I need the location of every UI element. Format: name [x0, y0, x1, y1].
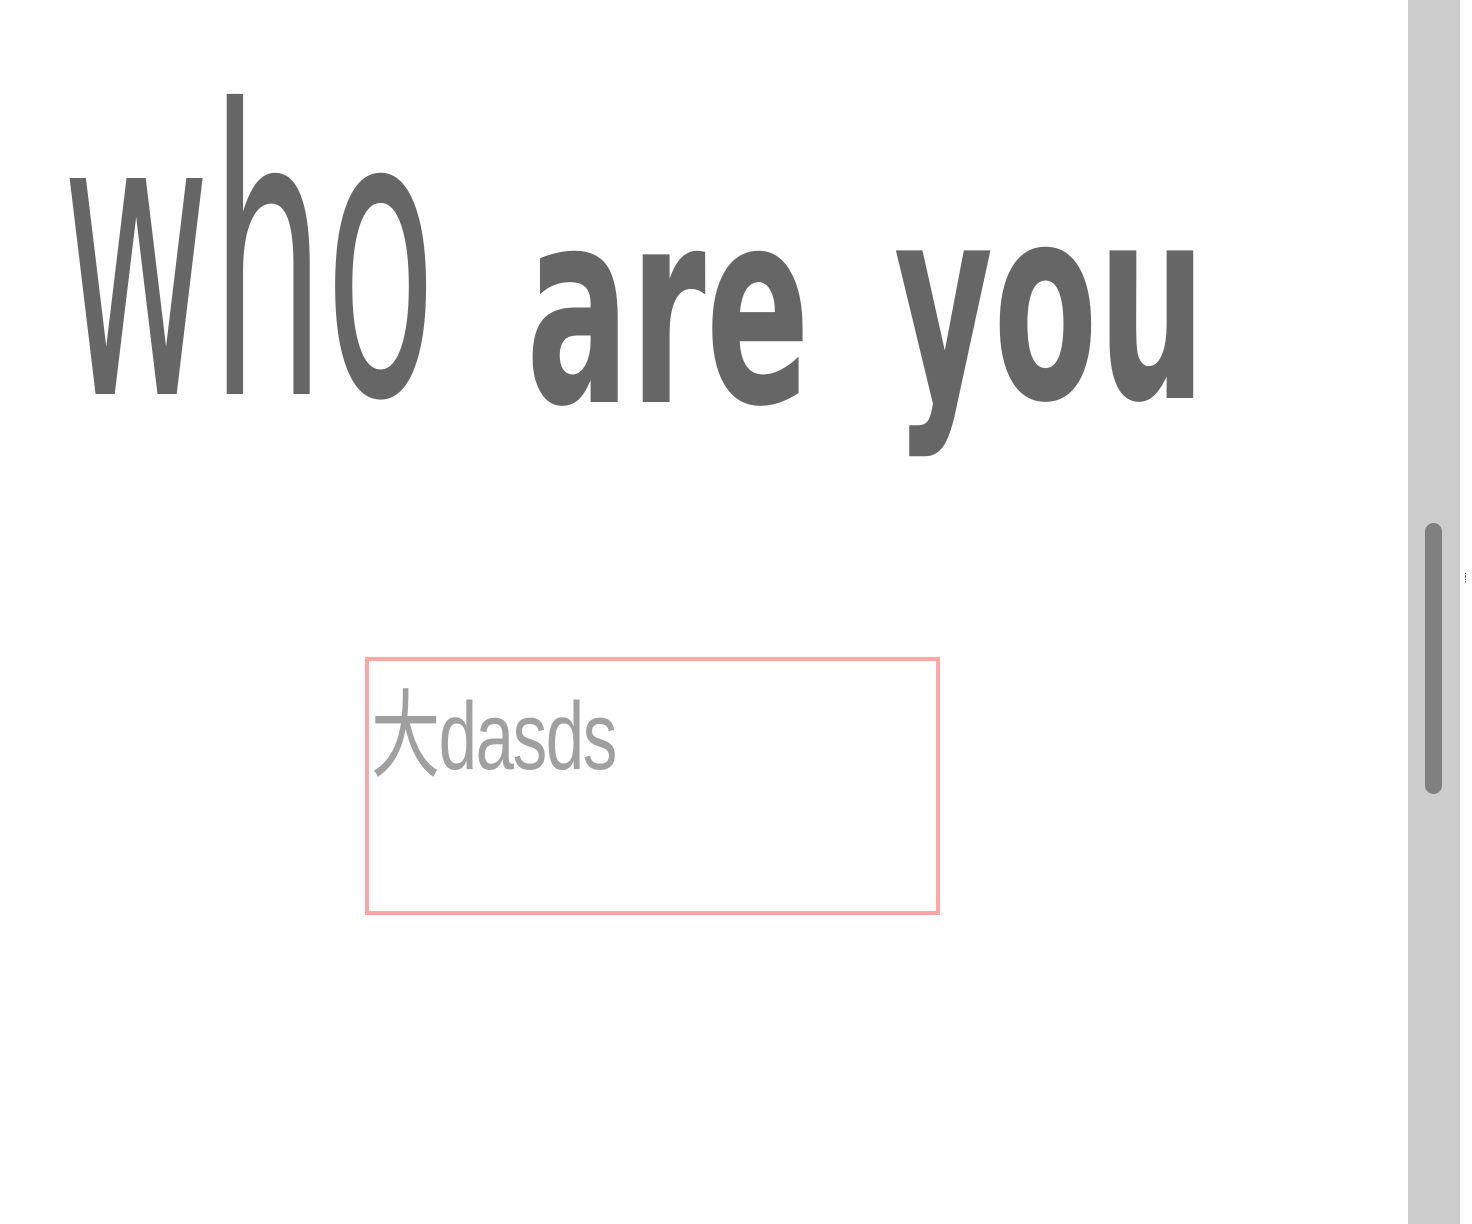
- vertical-dots-icon[interactable]: ⁝ ⁝: [1464, 572, 1472, 598]
- heading-word-are: are: [526, 151, 810, 466]
- vertical-scrollbar[interactable]: [1408, 0, 1460, 1224]
- page-heading: who are you: [62, 28, 1242, 506]
- text-input-box[interactable]: 大dasds: [365, 657, 940, 915]
- heading-word-you: you: [894, 147, 1206, 462]
- page-viewport: who are you 大dasds ⁝ ⁝: [0, 0, 1472, 1224]
- text-input-value: 大dasds: [371, 683, 617, 790]
- heading-word-who: who: [62, 28, 436, 488]
- heading-svg: who are you: [62, 28, 1206, 488]
- scrollbar-thumb[interactable]: [1425, 523, 1442, 794]
